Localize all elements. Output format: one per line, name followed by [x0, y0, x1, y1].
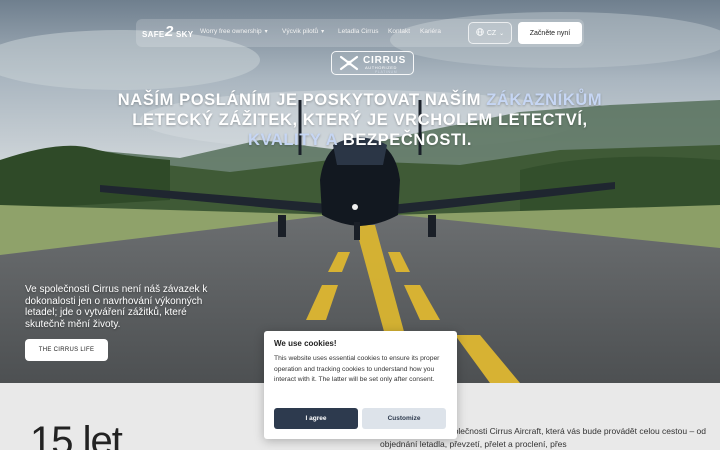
badge-tier: PLATINUM	[375, 70, 398, 74]
logo-number: 2	[165, 23, 174, 40]
chevron-down-icon: ▾	[264, 29, 268, 35]
nav-item-label: Kariéra	[420, 28, 441, 35]
headline-part-1: Naším posláním je poskytovat naším	[117, 91, 487, 109]
years-heading: 15 let	[30, 419, 123, 450]
chevron-down-icon: ▾	[321, 29, 325, 35]
customize-cookies-button[interactable]: Customize	[362, 408, 446, 429]
nav-item-label: Letadla Cirrus	[338, 28, 379, 35]
safe2sky-logo[interactable]: SAFE 2 SKY	[142, 23, 196, 43]
get-started-button[interactable]: Začněte nyní	[518, 22, 582, 44]
headline-part-2: letecký zážitek, který je vrcholem letec…	[132, 111, 588, 129]
logo-text-right: SKY	[176, 30, 194, 39]
headline-part-3: bezpečnosti.	[337, 131, 473, 149]
nav-item-label: Worry free ownership	[200, 28, 262, 35]
cirrus-authorized-badge: CIRRUS AUTHORIZED PLATINUM	[331, 51, 414, 75]
hero-section: SAFE 2 SKY Worry free ownership ▾ Výcvik …	[0, 0, 720, 383]
top-navigation: SAFE 2 SKY Worry free ownership ▾ Výcvik …	[136, 19, 584, 47]
nav-item-cirrus-aircraft[interactable]: Letadla Cirrus	[338, 28, 378, 35]
nav-item-pilot-training[interactable]: Výcvik pilotů ▾	[282, 28, 324, 35]
hero-headline: Naším posláním je poskytovat naším zákaz…	[110, 90, 610, 150]
nav-item-label: Výcvik pilotů	[282, 28, 319, 35]
nav-item-contact[interactable]: Kontakt	[388, 28, 410, 35]
cookie-description: This website uses essential cookies to e…	[274, 355, 440, 383]
globe-icon	[476, 28, 484, 38]
cookie-title: We use cookies!	[274, 339, 337, 348]
nav-item-worry-free-ownership[interactable]: Worry free ownership ▾	[200, 28, 268, 35]
plane-icon	[339, 55, 359, 76]
chevron-down-icon: ⌄	[499, 30, 505, 37]
hero-description: Ve společnosti Cirrus není náš závazek k…	[25, 284, 208, 330]
accept-cookies-button[interactable]: I agree	[274, 408, 358, 429]
cirrus-life-button[interactable]: THE CIRRUS LIFE	[25, 339, 108, 361]
language-code: CZ	[486, 29, 497, 37]
nav-item-label: Kontakt	[388, 28, 411, 35]
cookie-consent-dialog: We use cookies! This website uses essent…	[264, 331, 457, 439]
logo-text-left: SAFE	[142, 30, 165, 39]
page: SAFE 2 SKY Worry free ownership ▾ Výcvik …	[0, 0, 720, 450]
nav-item-career[interactable]: Kariéra	[420, 28, 441, 35]
headline-highlight-2: kvality a	[247, 131, 338, 149]
language-selector[interactable]: CZ ⌄	[468, 22, 512, 44]
headline-highlight-1: zákazníkům	[486, 91, 603, 109]
